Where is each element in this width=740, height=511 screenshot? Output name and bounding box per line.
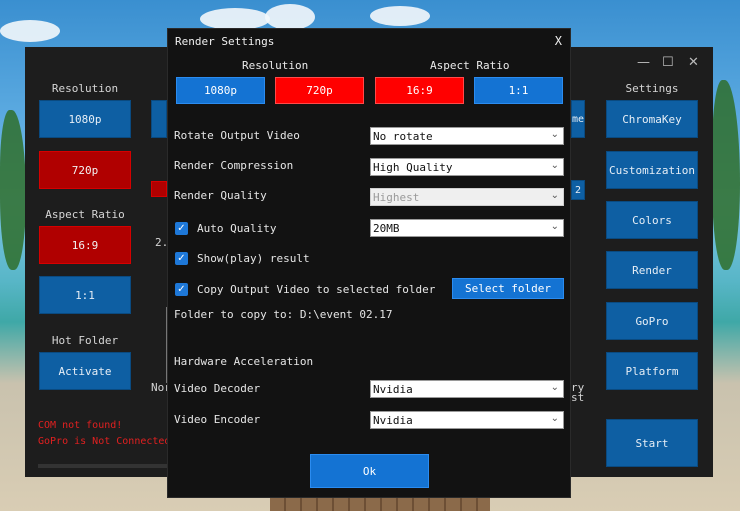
settings-label: Settings [625, 82, 679, 95]
render-compression-select[interactable]: High Quality ⌄ [370, 158, 564, 176]
activate-button[interactable]: Activate [39, 352, 131, 390]
show-result-label: Show(play) result [197, 252, 310, 265]
palm-foliage [712, 80, 740, 270]
render-compression-label: Render Compression [174, 159, 294, 172]
render-button[interactable]: Render [606, 251, 698, 289]
partial-button[interactable] [151, 100, 167, 138]
rotate-output-value: No rotate [373, 129, 433, 143]
dialog-aspect-16-9-button[interactable]: 16:9 [375, 77, 464, 104]
aspect-ratio-header: Aspect Ratio [430, 59, 510, 72]
copy-output-checkbox[interactable]: ✓ [175, 283, 188, 296]
ok-button[interactable]: Ok [310, 454, 429, 488]
dialog-resolution-1080p-button[interactable]: 1080p [176, 77, 265, 104]
error-com-not-found: COM not found! [38, 420, 123, 431]
render-quality-select: Highest ⌄ [370, 188, 564, 206]
cloud [370, 6, 430, 26]
video-decoder-value: Nvidia [373, 382, 413, 396]
partial-text: st [571, 391, 585, 404]
chevron-down-icon: ⌄ [550, 382, 559, 393]
customization-button[interactable]: Customization [606, 151, 698, 189]
palm-foliage [0, 110, 26, 270]
close-icon[interactable]: ✕ [688, 55, 699, 70]
colors-button[interactable]: Colors [606, 201, 698, 239]
close-icon[interactable]: X [555, 34, 562, 48]
partial-button[interactable]: me [571, 100, 585, 138]
show-result-checkbox[interactable]: ✓ [175, 252, 188, 265]
start-button[interactable]: Start [606, 419, 698, 467]
chevron-down-icon: ⌄ [550, 413, 559, 424]
resolution-header: Resolution [242, 59, 309, 72]
render-quality-label: Render Quality [174, 189, 267, 202]
auto-quality-checkbox[interactable]: ✓ [175, 222, 188, 235]
render-settings-dialog: Render Settings X Resolution Aspect Rati… [167, 28, 571, 498]
minimize-icon[interactable]: — [637, 55, 650, 70]
partial-button[interactable]: 2 [571, 180, 585, 200]
cloud [0, 20, 60, 42]
hardware-acceleration-label: Hardware Acceleration [174, 355, 314, 368]
chevron-down-icon: ⌄ [550, 190, 559, 201]
folder-path-text: Folder to copy to: D:\event 02.17 [174, 308, 393, 321]
render-compression-value: High Quality [373, 160, 453, 174]
auto-quality-label: Auto Quality [197, 222, 277, 235]
partial-button[interactable] [151, 181, 167, 197]
video-encoder-select[interactable]: Nvidia ⌄ [370, 411, 564, 429]
cloud [265, 4, 315, 30]
resolution-1080p-button[interactable]: 1080p [39, 100, 131, 138]
video-encoder-label: Video Encoder [174, 413, 261, 426]
rotate-output-select[interactable]: No rotate ⌄ [370, 127, 564, 145]
aspect-1-1-button[interactable]: 1:1 [39, 276, 131, 314]
hot-folder-label: Hot Folder [51, 334, 119, 347]
aspect-ratio-label: Aspect Ratio [45, 208, 125, 221]
video-encoder-value: Nvidia [373, 413, 413, 427]
dialog-title: Render Settings [175, 35, 275, 48]
progress-bar [38, 464, 168, 468]
resolution-720p-button[interactable]: 720p [39, 151, 131, 189]
maximize-icon[interactable]: ☐ [662, 55, 674, 70]
platform-button[interactable]: Platform [606, 352, 698, 390]
auto-quality-value: 20MB [373, 221, 400, 235]
chevron-down-icon: ⌄ [550, 221, 559, 232]
video-decoder-label: Video Decoder [174, 382, 261, 395]
aspect-16-9-button[interactable]: 16:9 [39, 226, 131, 264]
error-gopro-not-connected: GoPro is Not Connected [38, 436, 171, 447]
dialog-resolution-720p-button[interactable]: 720p [275, 77, 364, 104]
video-decoder-select[interactable]: Nvidia ⌄ [370, 380, 564, 398]
cloud [200, 8, 270, 30]
chevron-down-icon: ⌄ [550, 160, 559, 171]
chevron-down-icon: ⌄ [550, 129, 559, 140]
select-folder-button[interactable]: Select folder [452, 278, 564, 299]
resolution-label: Resolution [51, 82, 119, 95]
rotate-output-label: Rotate Output Video [174, 129, 300, 142]
chromakey-button[interactable]: ChromaKey [606, 100, 698, 138]
gopro-button[interactable]: GoPro [606, 302, 698, 340]
dialog-aspect-1-1-button[interactable]: 1:1 [474, 77, 563, 104]
copy-output-label: Copy Output Video to selected folder [197, 283, 436, 296]
render-quality-value: Highest [373, 190, 420, 204]
auto-quality-select[interactable]: 20MB ⌄ [370, 219, 564, 237]
